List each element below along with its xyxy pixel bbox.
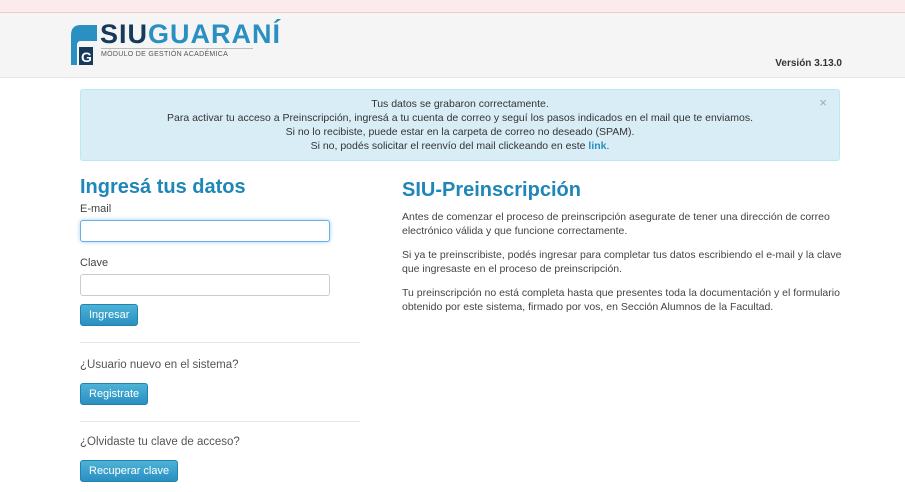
logo-title-siu: SIU xyxy=(100,19,149,49)
top-accent-bar xyxy=(0,0,905,13)
info-paragraph-2: Si ya te preinscribiste, podés ingresar … xyxy=(402,249,842,275)
password-field[interactable] xyxy=(80,274,330,296)
info-panel: SIU-Preinscripción Antes de comenzar el … xyxy=(402,179,842,314)
alert-line-4-suffix: . xyxy=(606,140,610,152)
email-label: E-mail xyxy=(80,203,112,215)
alert-line-3: Si no lo recibiste, puede estar en la ca… xyxy=(285,126,635,138)
email-field[interactable] xyxy=(80,220,330,242)
resend-mail-link[interactable]: link xyxy=(588,140,606,152)
logo-subtitle: MÓDULO DE GESTIÓN ACADÉMICA xyxy=(101,48,253,58)
login-button[interactable]: Ingresar xyxy=(80,304,139,326)
login-title: Ingresá tus datos xyxy=(80,176,246,198)
alert-line-2: Para activar tu acceso a Preinscripción,… xyxy=(167,112,753,124)
recover-password-button[interactable]: Recuperar clave xyxy=(80,460,179,482)
svg-text:G: G xyxy=(81,49,92,65)
close-icon[interactable]: × xyxy=(819,95,827,110)
siu-logo-icon: G xyxy=(71,25,97,65)
new-user-question: ¿Usuario nuevo en el sistema? xyxy=(80,359,239,371)
forgot-password-question: ¿Olvidaste tu clave de acceso? xyxy=(80,436,240,448)
info-paragraph-3: Tu preinscripción no está completa hasta… xyxy=(402,287,840,313)
version-label: Versión 3.13.0 xyxy=(775,58,842,69)
logo-title-guarani: GUARANÍ xyxy=(148,19,282,49)
login-panel: Ingresá tus datos E-mail Clave Ingresar … xyxy=(80,176,360,482)
alert-line-1: Tus datos se grabaron correctamente. xyxy=(371,98,549,110)
register-button[interactable]: Registrate xyxy=(80,383,149,405)
logo-title[interactable]: SIUGUARANÍ xyxy=(100,20,281,48)
info-title: SIU-Preinscripción xyxy=(402,179,581,201)
alert-line-4: Si no, podés solicitar el reenvío del ma… xyxy=(81,139,839,153)
success-alert: × Tus datos se grabaron correctamente. P… xyxy=(80,89,840,161)
divider xyxy=(80,342,360,343)
info-paragraph-1: Antes de comenzar el proceso de preinscr… xyxy=(402,211,830,237)
divider xyxy=(80,421,360,422)
password-label: Clave xyxy=(80,257,109,269)
alert-line-4-prefix: Si no, podés solicitar el reenvío del ma… xyxy=(310,140,589,152)
